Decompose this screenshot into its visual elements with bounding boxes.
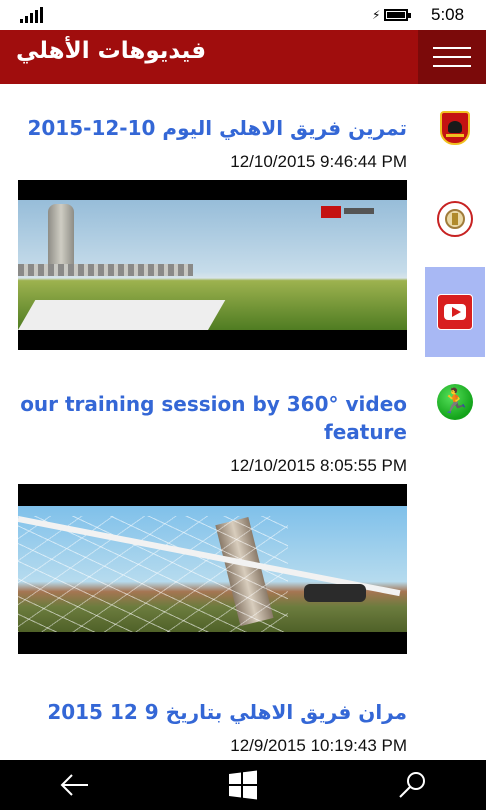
stadium-video-thumbnail[interactable]: [18, 180, 407, 350]
system-nav-bar: [0, 760, 486, 810]
back-arrow-icon: [60, 774, 88, 796]
video-date: 12/10/2015 9:46:44 PM: [230, 152, 407, 171]
windows-start-icon: [229, 770, 257, 800]
video-title[interactable]: تمرين فريق الاهلي اليوم 10-12-2015: [18, 114, 407, 142]
video-title[interactable]: مران فريق الاهلي بتاريخ 9 12 2015: [18, 698, 407, 726]
nav-item-training[interactable]: 🏃: [425, 357, 485, 447]
search-button[interactable]: [373, 760, 453, 810]
nav-item-al-ahly[interactable]: [425, 84, 485, 174]
app-header: فيديوهات الأهلي: [0, 30, 486, 84]
charging-icon: ⚡: [372, 8, 381, 22]
start-button[interactable]: [203, 760, 283, 810]
nav-item-videos[interactable]: [425, 267, 485, 357]
youtube-icon: [437, 294, 473, 330]
video-title[interactable]: our training session by 360° video featu…: [18, 390, 407, 446]
side-nav: 🏃: [423, 84, 486, 760]
feed-item[interactable]: تمرين فريق الاهلي اليوم 10-12-2015 12/10…: [18, 114, 407, 350]
goal-net-video-thumbnail[interactable]: [18, 484, 407, 654]
search-icon: [399, 772, 425, 798]
status-bar: ⚡ 5:08: [0, 0, 486, 30]
video-feed: تمرين فريق الاهلي اليوم 10-12-2015 12/10…: [0, 84, 423, 760]
hamburger-menu-button[interactable]: [418, 30, 486, 84]
video-date: 12/10/2015 8:05:55 PM: [230, 456, 407, 475]
page-title: فيديوهات الأهلي: [16, 38, 207, 64]
runner-icon: 🏃: [437, 384, 473, 420]
status-time: 5:08: [431, 5, 465, 24]
league-badge-icon: [437, 201, 473, 237]
nav-item-league[interactable]: [425, 174, 485, 264]
video-date: 12/9/2015 10:19:43 PM: [230, 736, 407, 755]
al-ahly-logo-icon: [437, 111, 473, 147]
feed-item[interactable]: مران فريق الاهلي بتاريخ 9 12 2015 12/9/2…: [18, 698, 407, 758]
signal-icon: [20, 7, 44, 23]
back-button[interactable]: [34, 760, 114, 810]
feed-item[interactable]: our training session by 360° video featu…: [18, 390, 407, 654]
battery-icon: ⚡: [372, 6, 412, 24]
